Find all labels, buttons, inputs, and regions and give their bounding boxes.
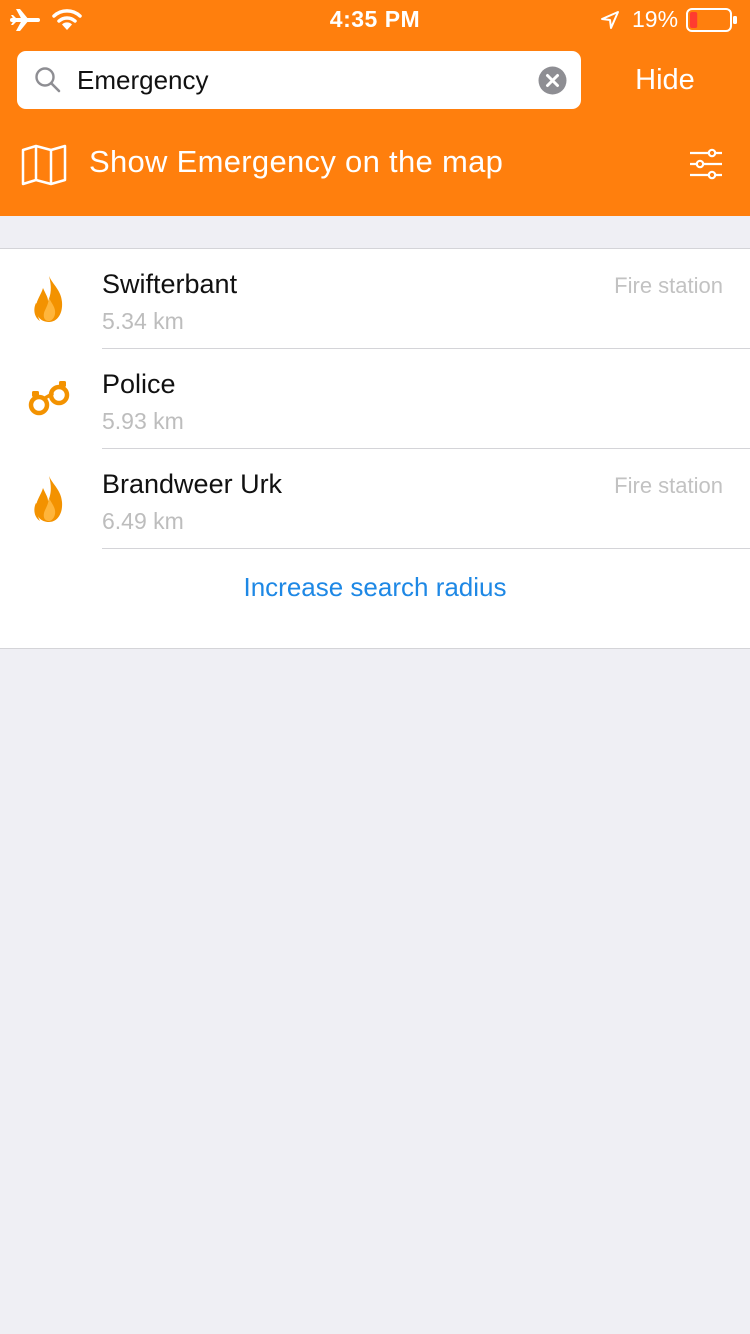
fire-icon — [34, 276, 63, 322]
status-bar: 4:35 PM 19% — [0, 0, 750, 40]
result-type: Fire station — [614, 273, 723, 298]
show-on-map-label: Show Emergency on the map — [89, 144, 504, 179]
handcuffs-icon — [28, 381, 70, 416]
result-distance: 6.49 km — [102, 508, 184, 534]
location-arrow-icon — [601, 11, 619, 29]
fire-icon — [34, 476, 63, 522]
increase-search-radius-button[interactable]: Increase search radius — [0, 572, 750, 603]
map-icon — [21, 144, 67, 186]
result-title: Police — [102, 369, 176, 399]
filter-sliders-icon[interactable] — [688, 148, 724, 180]
battery-percent: 19% — [632, 6, 679, 32]
row-divider — [102, 548, 750, 549]
hide-button[interactable]: Hide — [600, 60, 730, 100]
result-type: Fire station — [614, 473, 723, 498]
result-title: Brandweer Urk — [102, 469, 283, 499]
result-row[interactable]: Swifterbant 5.34 km Fire station — [0, 249, 750, 349]
search-box[interactable] — [17, 51, 581, 109]
result-title: Swifterbant — [102, 269, 238, 299]
result-row[interactable]: Police 5.93 km — [0, 349, 750, 449]
result-row[interactable]: Brandweer Urk 6.49 km Fire station — [0, 449, 750, 549]
result-distance: 5.93 km — [102, 408, 184, 434]
battery-icon — [686, 8, 737, 32]
show-on-map-row[interactable]: Show Emergency on the map — [0, 130, 750, 200]
search-input[interactable] — [77, 51, 537, 109]
results-list: Swifterbant 5.34 km Fire station Police … — [0, 248, 750, 649]
search-icon — [35, 67, 61, 93]
header: 4:35 PM 19% Hide Show Emergency on the m… — [0, 0, 750, 216]
result-distance: 5.34 km — [102, 308, 184, 334]
clear-icon[interactable] — [538, 66, 567, 95]
